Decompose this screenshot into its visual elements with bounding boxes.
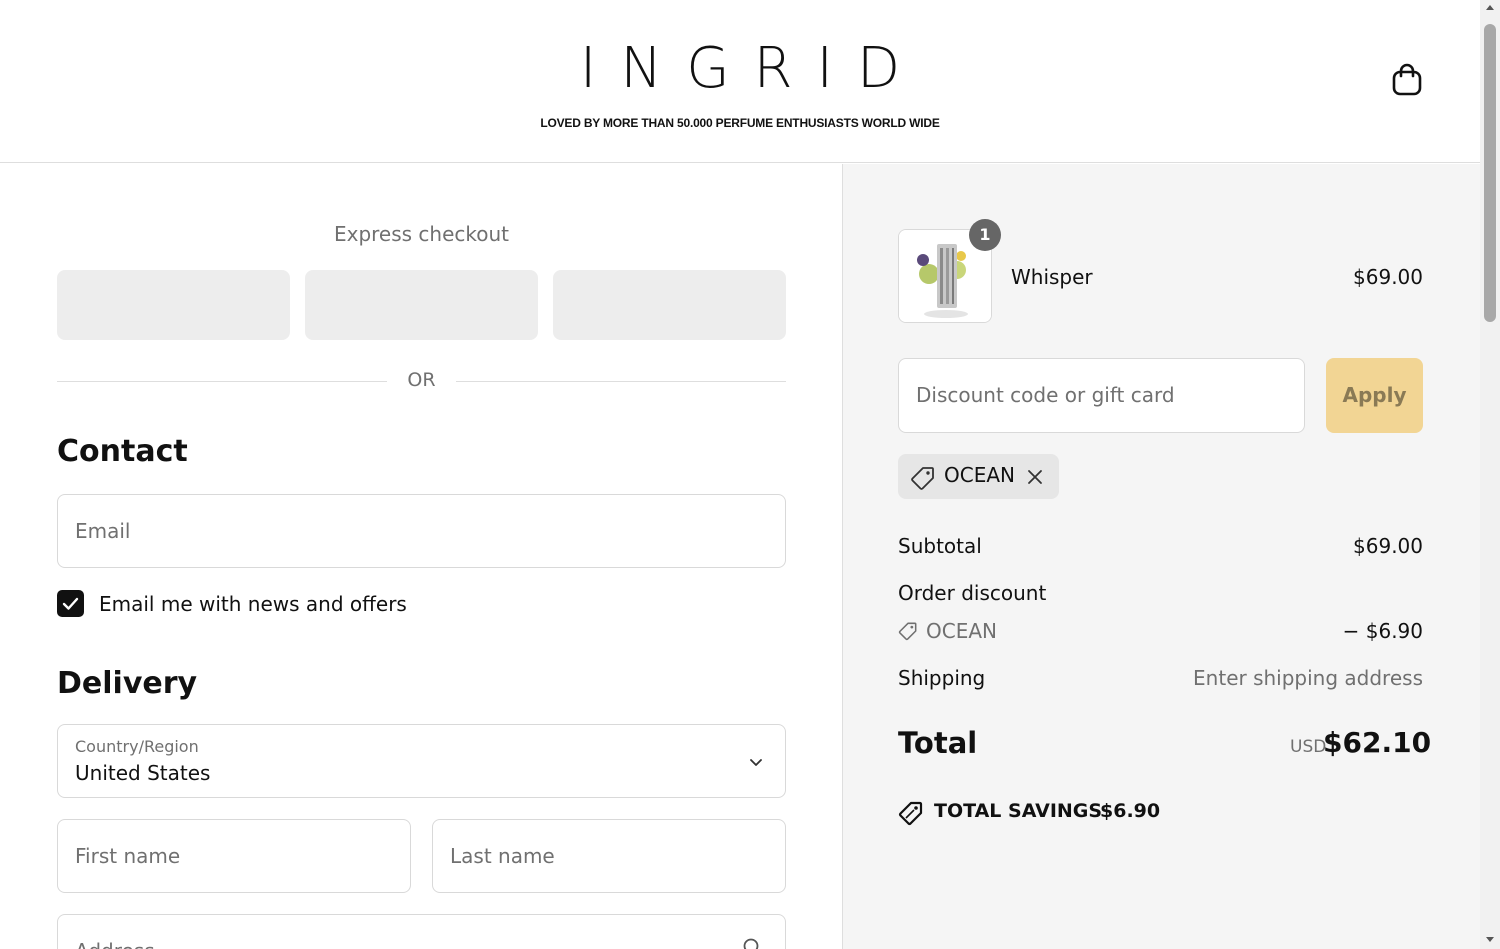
apply-button[interactable]: Apply	[1326, 358, 1423, 433]
or-divider: OR	[57, 369, 786, 395]
chevron-down-icon	[750, 759, 762, 766]
express-checkout-title: Express checkout	[333, 222, 510, 246]
email-field[interactable]: Email	[57, 494, 786, 568]
tag-icon	[898, 622, 917, 641]
tag-icon	[911, 467, 934, 490]
total-label: Total	[898, 726, 978, 760]
applied-code-label: OCEAN	[944, 463, 1015, 487]
discount-value: − $6.90	[1342, 619, 1423, 643]
site-header: INGRID LOVED BY MORE THAN 50.000 PERFUME…	[0, 0, 1480, 163]
quantity-badge: 1	[969, 219, 1001, 251]
delivery-heading: Delivery	[57, 666, 198, 701]
scrollbar-thumb[interactable]	[1484, 24, 1496, 322]
divider-line	[456, 381, 786, 382]
newsletter-label: Email me with news and offers	[99, 592, 407, 616]
discount-code-label: OCEAN	[926, 619, 997, 643]
first-name-placeholder: First name	[75, 844, 181, 868]
remove-code-close-icon[interactable]	[1026, 468, 1044, 486]
express-pay-button-3[interactable]	[553, 270, 786, 340]
subtotal-label: Subtotal	[898, 534, 982, 558]
shipping-label: Shipping	[898, 666, 986, 690]
order-summary: 1 Whisper $69.00 Discount code or gift c…	[843, 164, 1480, 949]
product-price: $69.00	[1353, 265, 1423, 289]
address-field[interactable]: Address	[57, 914, 786, 949]
last-name-field[interactable]: Last name	[432, 819, 786, 893]
subtotal-value: $69.00	[1353, 534, 1423, 558]
express-pay-button-2[interactable]	[305, 270, 538, 340]
scroll-down-arrow-icon[interactable]	[1485, 936, 1495, 944]
applied-discount-chip: OCEAN	[898, 454, 1059, 499]
checkmark-icon	[62, 597, 79, 610]
checkout-form: Express checkout OR Contact Email Email …	[0, 164, 843, 949]
country-select[interactable]: Country/Region United States	[57, 724, 786, 798]
product-name: Whisper	[1011, 265, 1093, 289]
country-value: United States	[75, 761, 211, 785]
email-placeholder: Email	[75, 519, 131, 543]
total-savings-value: $6.90	[1100, 800, 1161, 822]
country-label: Country/Region	[75, 737, 199, 756]
newsletter-checkbox[interactable]	[57, 590, 84, 617]
scroll-up-arrow-icon[interactable]	[1485, 3, 1495, 11]
contact-heading: Contact	[57, 434, 188, 469]
shipping-value: Enter shipping address	[1193, 666, 1423, 690]
brand-logo[interactable]: INGRID	[0, 36, 1480, 101]
express-pay-button-1[interactable]	[57, 270, 290, 340]
address-placeholder: Address	[75, 939, 155, 949]
first-name-field[interactable]: First name	[57, 819, 411, 893]
or-label: OR	[407, 369, 436, 391]
last-name-placeholder: Last name	[450, 844, 555, 868]
total-savings-label: TOTAL SAVINGS	[934, 800, 1103, 822]
discount-code-field[interactable]: Discount code or gift card	[898, 358, 1305, 433]
order-discount-label: Order discount	[898, 581, 1047, 605]
discount-placeholder: Discount code or gift card	[916, 383, 1175, 407]
brand-tagline: LOVED BY MORE THAN 50.000 PERFUME ENTHUS…	[540, 116, 940, 130]
shopping-bag-icon[interactable]	[1390, 62, 1424, 98]
total-value: $62.10	[1323, 726, 1432, 759]
savings-tag-icon	[899, 801, 923, 825]
search-icon	[743, 938, 759, 949]
currency-code: USD	[1290, 737, 1327, 757]
